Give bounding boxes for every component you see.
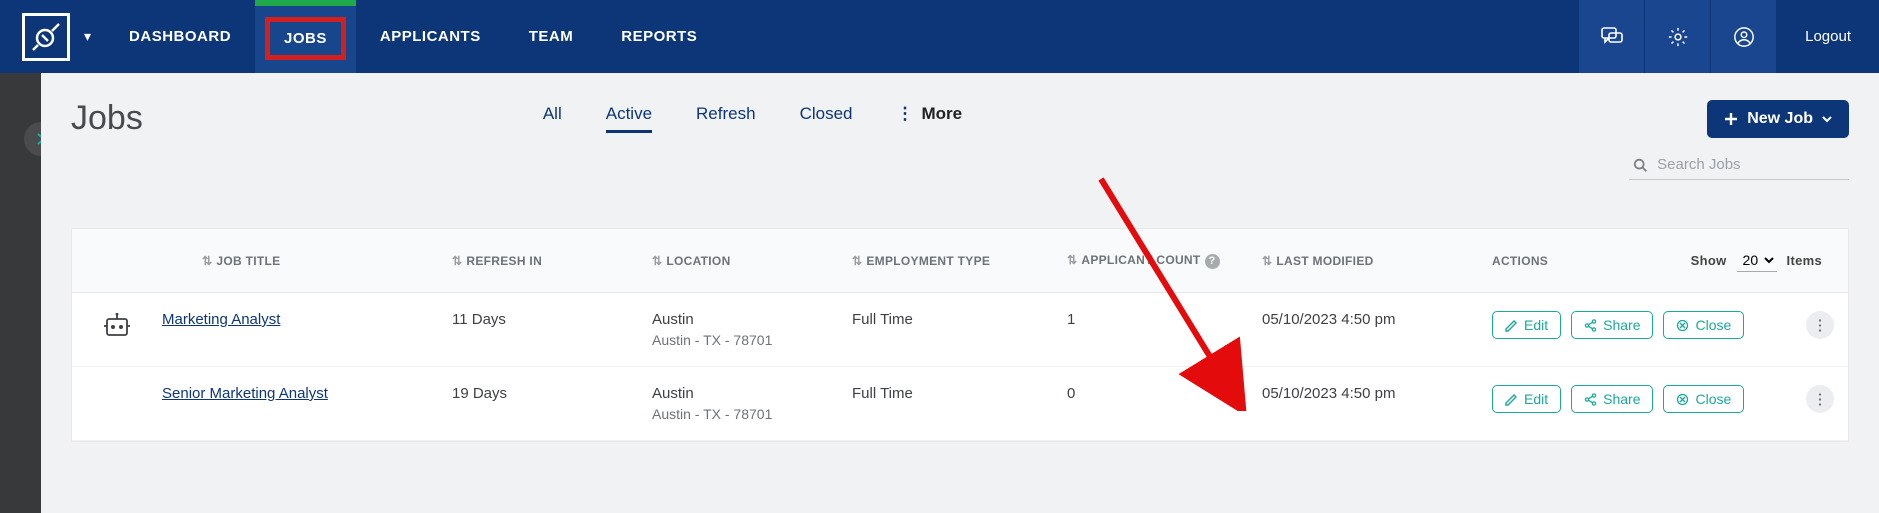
messages-button[interactable] <box>1579 0 1645 73</box>
close-button[interactable]: Close <box>1663 311 1744 339</box>
col-location[interactable]: ⇅LOCATION <box>652 254 852 268</box>
nav-team[interactable]: TEAM <box>505 0 598 73</box>
nav-jobs-label: JOBS <box>265 17 346 60</box>
col-refresh-in[interactable]: ⇅REFRESH IN <box>452 254 652 268</box>
share-button[interactable]: Share <box>1571 385 1653 413</box>
col-actions: ACTIONS <box>1487 254 1691 268</box>
table-header: ⇅JOB TITLE ⇅REFRESH IN ⇅LOCATION ⇅EMPLOY… <box>72 229 1848 293</box>
user-circle-icon <box>1733 26 1755 48</box>
job-filter-tabs: All Active Refresh Closed More <box>543 104 962 133</box>
cell-last-modified: 05/10/2023 4:50 pm <box>1262 311 1487 328</box>
tab-active[interactable]: Active <box>606 104 652 133</box>
cell-last-modified: 05/10/2023 4:50 pm <box>1262 385 1487 402</box>
job-title-link[interactable]: Marketing Analyst <box>162 311 280 328</box>
plus-icon <box>1723 111 1739 127</box>
row-actions: Edit Share Close <box>1492 311 1792 339</box>
plug-icon <box>31 22 61 52</box>
content-area: Jobs All Active Refresh Closed More New … <box>41 73 1879 513</box>
pager-show-label: Show <box>1691 253 1727 268</box>
cell-employment-type: Full Time <box>852 385 1067 402</box>
chat-icon <box>1601 27 1623 47</box>
pencil-icon <box>1505 319 1518 332</box>
table-row: Marketing Analyst 11 Days AustinAustin -… <box>72 293 1848 367</box>
chevron-down-icon <box>1821 113 1833 125</box>
share-icon <box>1584 393 1597 406</box>
close-button[interactable]: Close <box>1663 385 1744 413</box>
close-circle-icon <box>1676 393 1689 406</box>
new-job-button[interactable]: New Job <box>1707 100 1849 138</box>
search-input[interactable] <box>1657 156 1845 173</box>
new-job-label: New Job <box>1747 110 1813 128</box>
nav-right: Logout <box>1579 0 1879 73</box>
side-rail <box>0 73 41 513</box>
help-icon[interactable]: ? <box>1205 254 1220 269</box>
share-icon <box>1584 319 1597 332</box>
pager-items-label: Items <box>1787 253 1822 268</box>
cell-refresh-in: 19 Days <box>452 385 652 402</box>
top-navbar: ▾ DASHBOARD JOBS APPLICANTS TEAM REPORTS <box>0 0 1879 73</box>
page-body: Jobs All Active Refresh Closed More New … <box>0 73 1879 513</box>
share-button[interactable]: Share <box>1571 311 1653 339</box>
nav-reports[interactable]: REPORTS <box>597 0 721 73</box>
cell-applicant-count: 0 <box>1067 385 1262 402</box>
pager-size-select[interactable]: 20 <box>1737 249 1777 272</box>
cell-refresh-in: 11 Days <box>452 311 652 328</box>
nav-left: ▾ DASHBOARD JOBS APPLICANTS TEAM REPORTS <box>0 0 721 73</box>
col-employment-type[interactable]: ⇅EMPLOYMENT TYPE <box>852 254 1067 268</box>
brand-logo <box>22 13 70 61</box>
cell-location: AustinAustin - TX - 78701 <box>652 385 852 422</box>
col-applicant-count[interactable]: ⇅APPLICANT COUNT? <box>1067 253 1262 269</box>
pencil-icon <box>1505 393 1518 406</box>
search-icon <box>1633 157 1647 173</box>
search-row <box>71 152 1849 180</box>
nav-applicants[interactable]: APPLICANTS <box>356 0 505 73</box>
table-row: Senior Marketing Analyst 19 Days AustinA… <box>72 367 1848 441</box>
settings-button[interactable] <box>1645 0 1711 73</box>
row-menu-button[interactable]: ⋮ <box>1806 385 1834 413</box>
job-title-link[interactable]: Senior Marketing Analyst <box>162 385 328 402</box>
nav-dashboard[interactable]: DASHBOARD <box>105 0 255 73</box>
tab-refresh[interactable]: Refresh <box>696 104 756 133</box>
nav-jobs[interactable]: JOBS <box>255 0 356 73</box>
jobs-table: ⇅JOB TITLE ⇅REFRESH IN ⇅LOCATION ⇅EMPLOY… <box>71 228 1849 442</box>
search-jobs[interactable] <box>1629 152 1849 180</box>
bot-icon <box>103 313 131 337</box>
close-circle-icon <box>1676 319 1689 332</box>
brand-switcher[interactable]: ▾ <box>0 0 105 73</box>
edit-button[interactable]: Edit <box>1492 311 1561 339</box>
tab-closed[interactable]: Closed <box>800 104 853 133</box>
page-header-row: Jobs All Active Refresh Closed More New … <box>71 99 1849 138</box>
tab-more[interactable]: More <box>896 104 962 133</box>
logout-link[interactable]: Logout <box>1777 0 1879 73</box>
cell-location: AustinAustin - TX - 78701 <box>652 311 852 348</box>
cell-employment-type: Full Time <box>852 311 1067 328</box>
edit-button[interactable]: Edit <box>1492 385 1561 413</box>
gear-icon <box>1667 26 1689 48</box>
account-button[interactable] <box>1711 0 1777 73</box>
tab-all[interactable]: All <box>543 104 562 133</box>
cell-applicant-count: 1 <box>1067 311 1262 328</box>
chevron-down-icon: ▾ <box>84 28 91 45</box>
col-job-title[interactable]: ⇅JOB TITLE <box>162 254 452 268</box>
row-actions: Edit Share Close <box>1492 385 1792 413</box>
table-pager: Show 20 Items <box>1691 249 1848 272</box>
col-last-modified[interactable]: ⇅LAST MODIFIED <box>1262 254 1487 268</box>
row-menu-button[interactable]: ⋮ <box>1806 311 1834 339</box>
page-title: Jobs <box>71 99 143 138</box>
